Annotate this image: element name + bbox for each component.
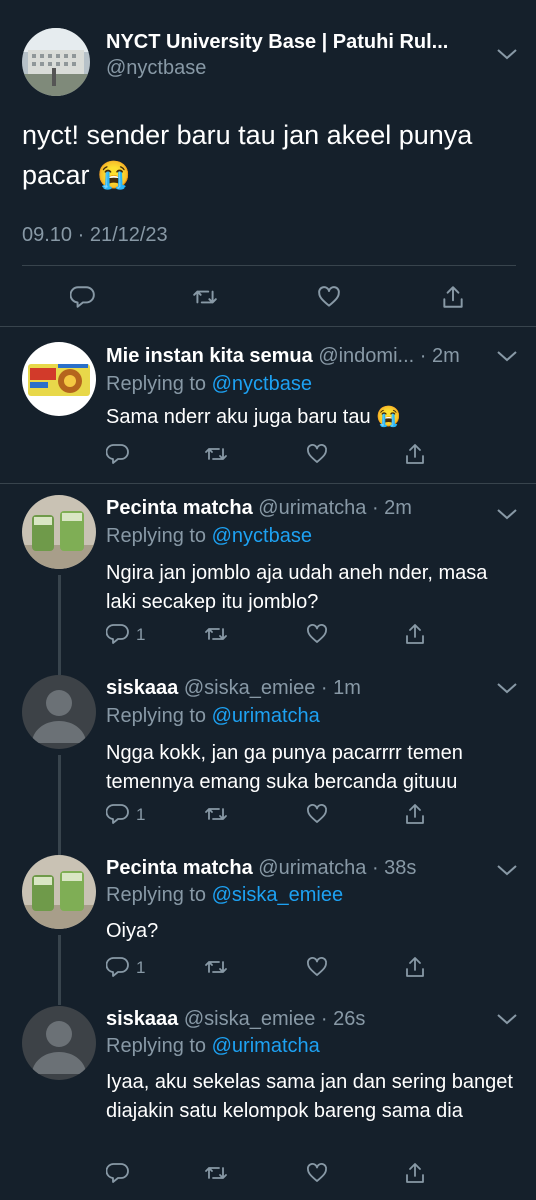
reply-5-header[interactable]: siskaaa @siska_emiee · 26s	[106, 1008, 488, 1031]
chevron-down-icon[interactable]	[496, 681, 518, 695]
avatar[interactable]	[22, 675, 96, 749]
display-name[interactable]: siskaaa	[106, 677, 178, 699]
handle-time[interactable]: @indomi... · 2m	[318, 345, 459, 367]
chevron-down-icon[interactable]	[496, 47, 518, 61]
like-icon[interactable]	[305, 802, 329, 826]
avatar[interactable]	[22, 495, 96, 569]
like-icon[interactable]	[305, 622, 329, 646]
retweet-icon[interactable]	[204, 622, 228, 646]
like-icon[interactable]	[305, 955, 329, 979]
reply-text: Sama nderr aku juga baru tau 😭	[106, 406, 402, 428]
retweet-icon[interactable]	[204, 955, 228, 979]
like-icon[interactable]	[305, 442, 329, 466]
reply-3-header[interactable]: siskaaa @siska_emiee · 1m	[106, 677, 488, 700]
share-icon[interactable]	[403, 622, 427, 646]
avatar[interactable]	[22, 855, 96, 929]
replying-to-handle[interactable]: @urimatcha	[212, 1035, 320, 1057]
reply-icon[interactable]	[70, 284, 96, 310]
replying-to-handle[interactable]: @siska_emiee	[212, 884, 343, 906]
replying-label: Replying to	[106, 1035, 207, 1057]
reply-text: Ngira jan jomblo aja udah aneh nder, mas…	[106, 562, 488, 613]
reply-2-header[interactable]: Pecinta matcha @urimatcha · 2m	[106, 497, 488, 520]
replying-label: Replying to	[106, 525, 207, 547]
reply-text: Iyaa, aku sekelas sama jan dan sering ba…	[106, 1071, 513, 1122]
retweet-icon[interactable]	[204, 442, 228, 466]
reply-count: 1	[136, 805, 146, 824]
replying-label: Replying to	[106, 705, 207, 727]
share-icon[interactable]	[403, 442, 427, 466]
replying-label: Replying to	[106, 373, 207, 395]
reply-icon[interactable]	[106, 622, 130, 646]
chevron-down-icon[interactable]	[496, 1012, 518, 1026]
handle-time[interactable]: @siska_emiee · 1m	[184, 677, 361, 699]
replying-to-line: Replying to @urimatcha	[106, 1035, 320, 1058]
replying-to-line: Replying to @nyctbase	[106, 373, 312, 396]
thread-line	[58, 575, 61, 675]
main-divider-bottom	[0, 326, 536, 327]
reply-icon[interactable]	[106, 1161, 130, 1185]
reply-divider	[0, 483, 536, 484]
retweet-icon[interactable]	[192, 284, 218, 310]
handle-time[interactable]: @siska_emiee · 26s	[184, 1008, 365, 1030]
avatar[interactable]	[22, 1006, 96, 1080]
chevron-down-icon[interactable]	[496, 863, 518, 877]
main-tweet-text: nyct! sender baru tau jan akeel punya pa…	[22, 120, 473, 190]
reply-count: 1	[136, 958, 146, 977]
main-display-name[interactable]: NYCT University Base | Patuhi Rul...	[106, 31, 498, 54]
share-icon[interactable]	[403, 1161, 427, 1185]
reply-4-header[interactable]: Pecinta matcha @urimatcha · 38s	[106, 857, 488, 880]
replying-to-handle[interactable]: @nyctbase	[212, 525, 312, 547]
retweet-icon[interactable]	[204, 1161, 228, 1185]
display-name[interactable]: Pecinta matcha	[106, 497, 253, 519]
reply-icon[interactable]	[106, 802, 130, 826]
chevron-down-icon[interactable]	[496, 349, 518, 363]
like-icon[interactable]	[305, 1161, 329, 1185]
reply-text: Oiya?	[106, 920, 159, 942]
reply-icon[interactable]	[106, 442, 130, 466]
reply-1-header[interactable]: Mie instan kita semua @indomi... · 2m	[106, 345, 488, 368]
replying-to-line: Replying to @urimatcha	[106, 705, 320, 728]
handle-time[interactable]: @urimatcha · 38s	[258, 857, 416, 879]
main-divider-top	[22, 265, 516, 266]
replying-to-handle[interactable]: @nyctbase	[212, 373, 312, 395]
avatar[interactable]	[22, 342, 96, 416]
display-name[interactable]: siskaaa	[106, 1008, 178, 1030]
retweet-icon[interactable]	[204, 802, 228, 826]
thread-line	[58, 755, 61, 855]
chevron-down-icon[interactable]	[496, 507, 518, 521]
handle-time[interactable]: @urimatcha · 2m	[258, 497, 412, 519]
share-icon[interactable]	[403, 955, 427, 979]
main-handle[interactable]: @nyctbase	[106, 57, 206, 80]
display-name[interactable]: Mie instan kita semua	[106, 345, 313, 367]
replying-to-handle[interactable]: @urimatcha	[212, 705, 320, 727]
main-timestamp[interactable]: 09.10 · 21/12/23	[22, 224, 168, 247]
share-icon[interactable]	[440, 284, 466, 310]
display-name[interactable]: Pecinta matcha	[106, 857, 253, 879]
replying-to-line: Replying to @siska_emiee	[106, 884, 343, 907]
share-icon[interactable]	[403, 802, 427, 826]
like-icon[interactable]	[316, 284, 342, 310]
reply-count: 1	[136, 625, 146, 644]
replying-to-line: Replying to @nyctbase	[106, 525, 312, 548]
thread-line	[58, 935, 61, 1005]
replying-label: Replying to	[106, 884, 207, 906]
reply-text: Ngga kokk, jan ga punya pacarrrr temen t…	[106, 742, 463, 793]
nyctbase-avatar[interactable]	[22, 28, 90, 96]
reply-icon[interactable]	[106, 955, 130, 979]
